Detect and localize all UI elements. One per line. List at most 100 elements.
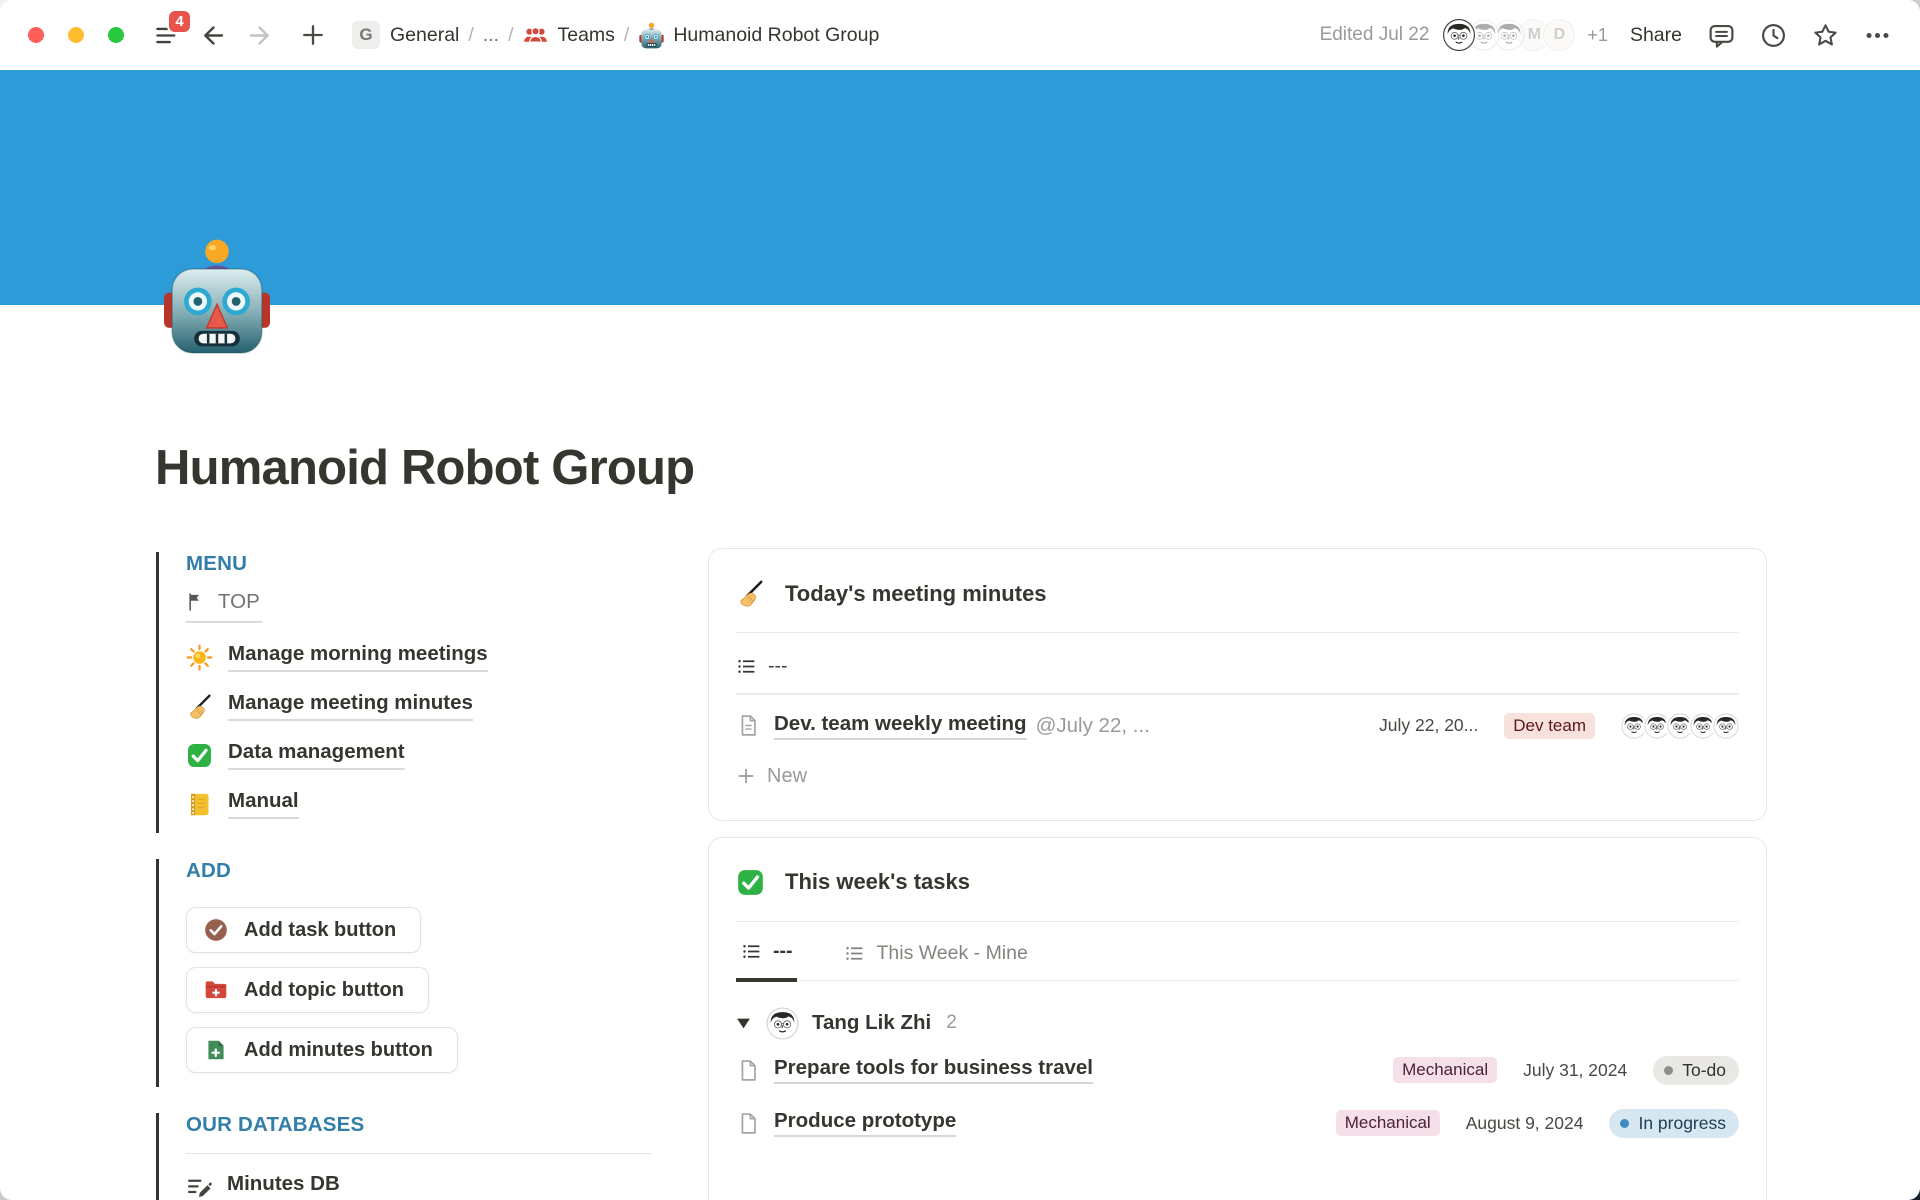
workspace-chip[interactable]: G: [352, 21, 380, 49]
minutes-view-tab[interactable]: ---: [736, 655, 787, 678]
add-block: ADD Add task button: [156, 859, 708, 1087]
task-properties: Mechanical July 31, 2024 To-do: [1393, 1056, 1739, 1085]
fullscreen-button[interactable]: [108, 27, 124, 43]
flag-icon: [186, 592, 206, 612]
add-minutes-button[interactable]: Add minutes button: [186, 1027, 458, 1073]
teams-group-icon: [522, 22, 549, 49]
forward-arrow-icon: [245, 21, 274, 50]
page-right-column: Today's meeting minutes ---: [708, 548, 1768, 1200]
status-dot-icon: [1620, 1119, 1629, 1128]
menu-block: MENU TOP: [156, 552, 708, 833]
due-date: August 9, 2024: [1466, 1113, 1584, 1134]
status-badge: To-do: [1653, 1056, 1739, 1085]
category-tag: Mechanical: [1336, 1110, 1440, 1136]
page-title: Humanoid Robot Group: [155, 440, 694, 496]
page-cover: [0, 70, 1920, 305]
task-row[interactable]: Prepare tools for business travel Mechan…: [736, 1044, 1739, 1097]
menu-link-top[interactable]: TOP: [186, 586, 262, 623]
page-robot-icon[interactable]: [164, 238, 270, 356]
database-link-label: Minutes DB: [227, 1172, 340, 1200]
back-arrow-icon: [199, 21, 228, 50]
updates-button[interactable]: [1758, 20, 1788, 50]
view-tab-label: This Week - Mine: [876, 942, 1027, 965]
task-title: Prepare tools for business travel: [774, 1056, 1093, 1084]
menu-heading: MENU: [186, 552, 708, 576]
group-count: 2: [946, 1012, 957, 1034]
ledger-icon: [186, 791, 213, 818]
page-file-icon: [736, 1111, 761, 1136]
menu-link-data-management[interactable]: Data management: [186, 740, 708, 770]
tasks-view-tab-all[interactable]: ---: [736, 940, 797, 982]
menu-link-morning-meetings[interactable]: Manage morning meetings: [186, 642, 708, 672]
star-icon: [1811, 21, 1840, 50]
task-row[interactable]: Produce prototype Mechanical August 9, 2…: [736, 1097, 1739, 1150]
writing-hand-icon: [186, 693, 213, 720]
check-mark-icon: [736, 868, 765, 897]
add-task-button[interactable]: Add task button: [186, 907, 421, 953]
breadcrumb-teams[interactable]: Teams: [557, 24, 614, 47]
list-view-icon: [736, 656, 757, 677]
due-date: July 31, 2024: [1523, 1060, 1627, 1081]
tasks-view-tab-this-week-mine[interactable]: This Week - Mine: [839, 942, 1032, 980]
breadcrumb-current-page[interactable]: Humanoid Robot Group: [673, 24, 879, 47]
task-properties: Mechanical August 9, 2024 In progress: [1336, 1109, 1739, 1138]
forward-button[interactable]: [242, 18, 276, 52]
attendee-avatars: [1621, 713, 1739, 739]
page-body: MENU TOP: [156, 548, 1768, 1200]
attendee-avatar: [1713, 713, 1739, 739]
notification-badge: 4: [167, 9, 192, 34]
tasks-card-header: This week's tasks: [736, 838, 1739, 921]
new-meeting-button[interactable]: New: [736, 751, 1739, 820]
presence-overflow-count: +1: [1587, 25, 1608, 46]
topbar: 4 G General / ... /: [0, 0, 1920, 70]
new-page-button[interactable]: [296, 18, 330, 52]
databases-block: OUR DATABASES Minutes DB: [156, 1113, 708, 1200]
sidebar-toggle-button[interactable]: 4: [150, 18, 184, 52]
view-tab-label: ---: [768, 655, 787, 678]
assignee-group-header: Tang Lik Zhi 2: [736, 981, 1739, 1044]
menu-link-label: Manage meeting minutes: [228, 691, 473, 721]
topbar-right: Edited Jul 22 M D +1 Share: [1320, 19, 1892, 51]
breadcrumb-general[interactable]: General: [390, 24, 459, 47]
minutes-view-row: ---: [736, 633, 1739, 693]
minutes-db-link[interactable]: Minutes DB: [186, 1172, 708, 1200]
breadcrumb-separator: /: [459, 24, 482, 47]
add-button-label: Add task button: [244, 919, 396, 942]
close-button[interactable]: [28, 27, 44, 43]
minutes-card-header: Today's meeting minutes: [736, 549, 1739, 632]
status-label: To-do: [1682, 1060, 1726, 1081]
minutes-card: Today's meeting minutes ---: [708, 548, 1767, 821]
meeting-row-properties: July 22, 20... Dev team: [1379, 713, 1739, 739]
meeting-date-mention: @July 22, ...: [1036, 714, 1150, 738]
add-button-label: Add topic button: [244, 979, 404, 1002]
breadcrumb-separator: /: [615, 24, 638, 47]
category-tag: Mechanical: [1393, 1057, 1497, 1083]
menu-link-manual[interactable]: Manual: [186, 789, 708, 819]
tasks-card-title: This week's tasks: [785, 869, 970, 895]
add-topic-button[interactable]: Add topic button: [186, 967, 429, 1013]
collapse-triangle-icon[interactable]: [736, 1017, 751, 1030]
breadcrumb-ellipsis[interactable]: ...: [483, 24, 499, 47]
more-options-button[interactable]: [1862, 20, 1892, 50]
topic-folder-icon: [203, 977, 229, 1003]
tasks-card: This week's tasks ---: [708, 837, 1767, 1200]
ellipsis-icon: [1863, 21, 1892, 50]
assignee-avatar: [766, 1007, 799, 1040]
menu-link-meeting-minutes[interactable]: Manage meeting minutes: [186, 691, 708, 721]
user-avatar: [1443, 19, 1475, 51]
minutes-card-title: Today's meeting minutes: [785, 581, 1047, 607]
task-check-circle-icon: [203, 917, 229, 943]
menu-link-label: Manual: [228, 789, 299, 819]
favorite-button[interactable]: [1810, 20, 1840, 50]
plus-icon: [299, 21, 327, 49]
plus-icon: [736, 766, 756, 786]
minimize-button[interactable]: [68, 27, 84, 43]
back-button[interactable]: [196, 18, 230, 52]
meeting-row[interactable]: Dev. team weekly meeting @July 22, ... J…: [736, 695, 1739, 751]
app-window: 4 G General / ... /: [0, 0, 1920, 1200]
comments-button[interactable]: [1706, 20, 1736, 50]
user-avatar-letter: D: [1543, 19, 1575, 51]
presence-avatars[interactable]: M D: [1443, 19, 1575, 51]
writing-hand-icon: [736, 579, 765, 608]
share-button[interactable]: Share: [1630, 24, 1682, 47]
